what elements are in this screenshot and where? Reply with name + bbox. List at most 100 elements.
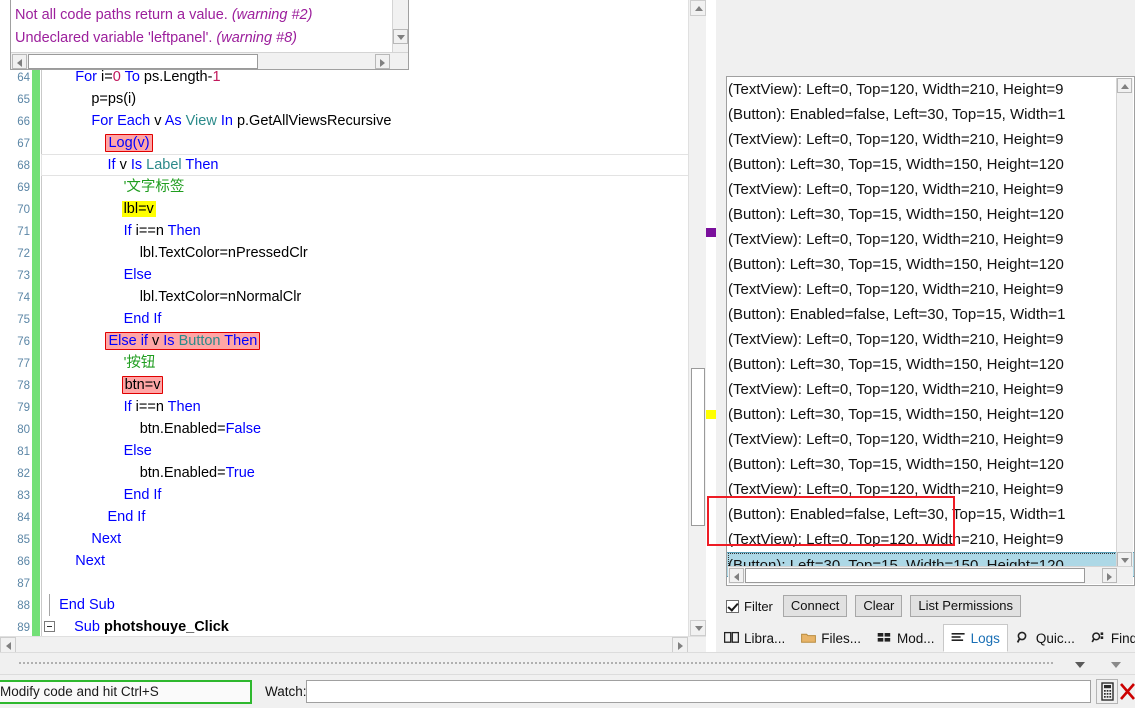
- editor-vertical-scrollbar[interactable]: [688, 0, 707, 636]
- warnings-horizontal-scrollbar[interactable]: [11, 52, 408, 69]
- code-line[interactable]: 73 Else: [0, 264, 716, 286]
- warnings-vertical-scrollbar[interactable]: [392, 0, 408, 53]
- log-row[interactable]: (TextView): Left=0, Top=120, Width=210, …: [727, 227, 1134, 252]
- code-line[interactable]: 85 Next: [0, 528, 716, 550]
- chevron-down-icon-2[interactable]: [1111, 662, 1121, 668]
- scroll-right-arrow[interactable]: [672, 637, 688, 652]
- code-line[interactable]: 76 Else if v Is Button Then: [0, 330, 716, 352]
- tab-libra[interactable]: Libra...: [716, 624, 793, 652]
- editor-marker-strip: [706, 0, 716, 636]
- logs-scroll-down-arrow[interactable]: [1117, 552, 1132, 567]
- tab-mod[interactable]: Mod...: [869, 624, 943, 652]
- code-line[interactable]: 71 If i==n Then: [0, 220, 716, 242]
- log-row[interactable]: (Button): Left=30, Top=15, Width=150, He…: [727, 402, 1134, 427]
- code-tokens: If i==n Then: [124, 399, 201, 415]
- code-line[interactable]: 66 For Each v As View In p.GetAllViewsRe…: [0, 110, 716, 132]
- log-row[interactable]: (TextView): Left=0, Top=120, Width=210, …: [727, 77, 1134, 102]
- code-line[interactable]: 89 Sub photshouye_Click: [0, 616, 716, 638]
- filter-checkbox[interactable]: [726, 599, 739, 613]
- log-row[interactable]: (Button): Enabled=false, Left=30, Top=15…: [727, 102, 1134, 127]
- code-line[interactable]: 72 lbl.TextColor=nPressedClr: [0, 242, 716, 264]
- warnings-scroll-down-arrow[interactable]: [393, 29, 408, 44]
- code-line[interactable]: 78 btn=v: [0, 374, 716, 396]
- code-line[interactable]: 83 End If: [0, 484, 716, 506]
- tab-quic[interactable]: Quic...: [1008, 624, 1083, 652]
- warning-row[interactable]: Undeclared variable 'leftpanel'. (warnin…: [11, 27, 408, 50]
- log-row[interactable]: (Button): Enabled=false, Left=30, Top=15…: [727, 502, 1134, 527]
- warnings-hscroll-thumb[interactable]: [28, 54, 258, 69]
- log-row[interactable]: (Button): Left=30, Top=15, Width=150, He…: [727, 152, 1134, 177]
- code-line[interactable]: 84 End If: [0, 506, 716, 528]
- logs-scroll-right-arrow[interactable]: [1102, 568, 1117, 583]
- connect-button[interactable]: Connect: [782, 595, 848, 617]
- code-line[interactable]: 75 End If: [0, 308, 716, 330]
- folder-icon: [801, 631, 817, 645]
- calculator-button[interactable]: [1096, 679, 1118, 704]
- close-button[interactable]: [1118, 679, 1135, 704]
- log-row[interactable]: (TextView): Left=0, Top=120, Width=210, …: [727, 177, 1134, 202]
- code-token: Log(v): [108, 135, 150, 151]
- log-row[interactable]: (Button): Left=30, Top=15, Width=150, He…: [727, 202, 1134, 227]
- log-row[interactable]: (TextView): Left=0, Top=120, Width=210, …: [727, 477, 1134, 502]
- warnings-scroll-right-arrow[interactable]: [375, 54, 390, 69]
- logs-list[interactable]: (TextView): Left=0, Top=120, Width=210, …: [726, 76, 1135, 586]
- code-line[interactable]: 67 Log(v): [0, 132, 716, 154]
- log-row[interactable]: (TextView): Left=0, Top=120, Width=210, …: [727, 127, 1134, 152]
- log-row[interactable]: (TextView): Left=0, Top=120, Width=210, …: [727, 327, 1134, 352]
- log-row[interactable]: (Button): Left=30, Top=15, Width=150, He…: [727, 452, 1134, 477]
- log-row[interactable]: (Button): Left=30, Top=15, Width=150, He…: [727, 352, 1134, 377]
- logs-scroll-up-arrow[interactable]: [1117, 78, 1132, 93]
- log-row[interactable]: (TextView): Left=0, Top=120, Width=210, …: [727, 527, 1134, 552]
- scroll-down-arrow[interactable]: [690, 620, 706, 636]
- code-editor[interactable]: 61 Dim p As Panel62 Dim lbl As Label63 D…: [0, 0, 716, 652]
- code-line[interactable]: 65 p=ps(i): [0, 88, 716, 110]
- tab-logs[interactable]: Logs: [942, 624, 1008, 652]
- log-row[interactable]: (TextView): Left=0, Top=120, Width=210, …: [727, 277, 1134, 302]
- code-line[interactable]: 77 '按钮: [0, 352, 716, 374]
- b4a-ide-window: 61 Dim p As Panel62 Dim lbl As Label63 D…: [0, 0, 1135, 708]
- watch-input[interactable]: [306, 680, 1091, 703]
- clear-button[interactable]: Clear: [855, 595, 903, 617]
- code-token: i==n: [135, 223, 168, 239]
- code-line[interactable]: 68 If v Is Label Then: [0, 154, 716, 176]
- code-token: v: [119, 157, 131, 173]
- fold-collapse-icon[interactable]: [44, 621, 55, 632]
- code-line[interactable]: 79 If i==n Then: [0, 396, 716, 418]
- logs-horizontal-scrollbar[interactable]: [728, 566, 1133, 584]
- scroll-left-arrow[interactable]: [0, 637, 16, 652]
- log-row[interactable]: (Button): Left=30, Top=15, Width=150, He…: [727, 252, 1134, 277]
- scroll-up-arrow[interactable]: [690, 0, 706, 16]
- log-row[interactable]: (TextView): Left=0, Top=120, Width=210, …: [727, 427, 1134, 452]
- logs-rows-container[interactable]: (TextView): Left=0, Top=120, Width=210, …: [727, 77, 1134, 577]
- logs-vertical-scrollbar[interactable]: [1116, 78, 1133, 567]
- code-tokens: End If: [124, 311, 162, 327]
- code-line[interactable]: 86 Next: [0, 550, 716, 572]
- code-line[interactable]: 70 lbl=v: [0, 198, 716, 220]
- log-row[interactable]: (TextView): Left=0, Top=120, Width=210, …: [727, 377, 1134, 402]
- editor-scroll-thumb[interactable]: [691, 368, 705, 526]
- editor-horizontal-scrollbar[interactable]: [0, 636, 706, 652]
- tab-find-al[interactable]: Find Al...: [1083, 624, 1135, 652]
- code-line[interactable]: 80 btn.Enabled=False: [0, 418, 716, 440]
- filter-checkbox-wrap[interactable]: Filter: [726, 599, 773, 614]
- code-line-text: Log(v): [43, 132, 153, 154]
- warnings-list[interactable]: Variable 'ohnioder' should be declared i…: [10, 0, 409, 70]
- warnings-scroll-left-arrow[interactable]: [12, 54, 27, 69]
- code-line[interactable]: 87: [0, 572, 716, 594]
- logs-hscroll-thumb[interactable]: [745, 568, 1085, 583]
- list-permissions-button[interactable]: List Permissions: [910, 595, 1022, 617]
- warning-row[interactable]: Not all code paths return a value. (warn…: [11, 4, 408, 27]
- splitter-bar[interactable]: [0, 652, 1135, 675]
- code-line[interactable]: 82 btn.Enabled=True: [0, 462, 716, 484]
- line-number: 87: [17, 578, 30, 590]
- code-line[interactable]: 74 lbl.TextColor=nNormalClr: [0, 286, 716, 308]
- code-line[interactable]: 88 End Sub: [0, 594, 716, 616]
- logs-scroll-left-arrow[interactable]: [729, 568, 744, 583]
- code-line[interactable]: 81 Else: [0, 440, 716, 462]
- log-row[interactable]: (Button): Enabled=false, Left=30, Top=15…: [727, 302, 1134, 327]
- tab-files[interactable]: Files...: [793, 624, 869, 652]
- code-line[interactable]: 69 '文字标签: [0, 176, 716, 198]
- chevron-down-icon[interactable]: [1075, 662, 1085, 668]
- code-tokens: End If: [124, 487, 162, 503]
- code-token: btn.Enabled=: [139, 465, 226, 481]
